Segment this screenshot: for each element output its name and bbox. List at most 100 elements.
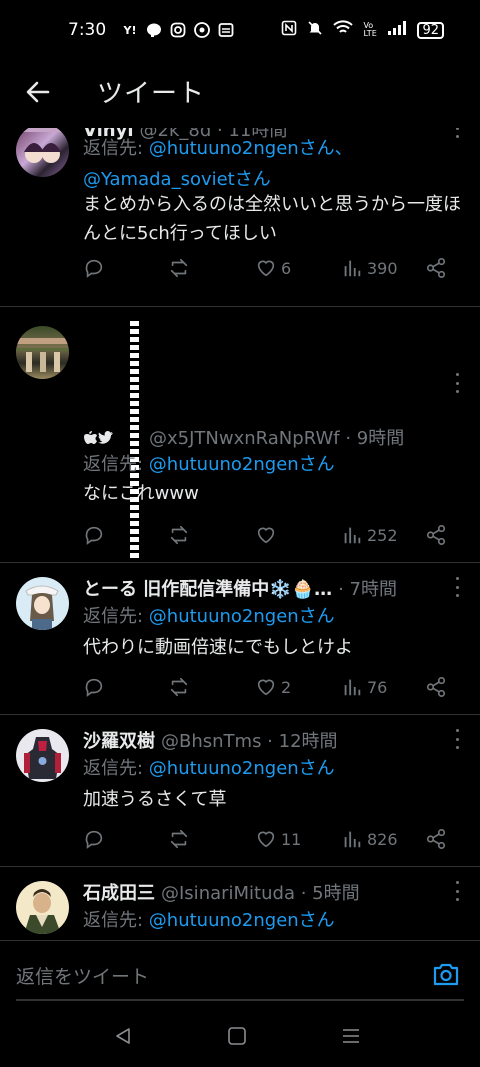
tweet-card[interactable]: 石成田三 @IsinariMituda · 5時間 返信先: @hutuuno2…	[0, 867, 480, 940]
mention-link[interactable]: @hutuuno2ngenさん、	[149, 138, 353, 159]
avatar[interactable]	[16, 326, 69, 379]
heart-icon	[257, 679, 275, 696]
share-button[interactable]	[425, 521, 447, 549]
retweet-icon	[170, 525, 188, 545]
line-icon	[146, 22, 162, 38]
retweet-button[interactable]	[168, 825, 190, 853]
display-name[interactable]: とーる 旧作配信準備中❄️🧁…	[83, 575, 332, 601]
reply-button[interactable]	[83, 521, 105, 549]
reply-prefix: 返信先:	[83, 606, 149, 627]
share-button[interactable]	[425, 254, 447, 282]
views-icon	[344, 260, 361, 277]
yahoo-icon: Y!	[123, 23, 137, 37]
more-options-icon[interactable]	[454, 128, 460, 138]
tweet-header: 石成田三 @IsinariMituda · 5時間	[83, 879, 360, 905]
tweet-text: まとめから入るのは全然いいと思うから一度ほんとに5ch行ってほしい	[83, 194, 461, 244]
wifi-icon	[333, 20, 354, 40]
tweet-card[interactable]: Vinyl @2k_8d · 11時間 返信先: @hutuuno2ngenさん…	[0, 128, 480, 307]
retweet-icon	[170, 677, 188, 697]
view-count: 252	[367, 525, 398, 545]
apple-twitter-badges	[83, 430, 115, 448]
tweet-card[interactable]: 沙羅双樹 @BhsnTms · 12時間 返信先: @hutuuno2ngenさ…	[0, 715, 480, 867]
reply-button[interactable]	[83, 673, 105, 701]
more-options-icon[interactable]	[454, 577, 460, 597]
nfc-icon	[281, 20, 297, 40]
reply-prefix: 返信先:	[83, 138, 149, 159]
views-icon	[344, 527, 361, 544]
like-button[interactable]: 6	[255, 254, 291, 282]
views-button[interactable]: 826	[341, 825, 398, 853]
retweet-button[interactable]	[168, 521, 190, 549]
view-count: 390	[367, 258, 398, 278]
heart-icon	[257, 260, 275, 277]
status-indicators: Vo LTE 92	[281, 20, 444, 40]
mention-link[interactable]: @hutuuno2ngenさん	[149, 758, 335, 779]
heart-icon	[257, 527, 275, 544]
status-bar: 7:30 Y! Vo LTE 92	[0, 0, 480, 64]
tweet-header: 沙羅双樹 @BhsnTms · 12時間	[83, 727, 338, 753]
nav-menu-icon[interactable]	[340, 1026, 362, 1046]
view-count: 76	[367, 677, 388, 697]
display-name[interactable]: 石成田三	[83, 879, 155, 905]
nav-home-icon[interactable]	[226, 1026, 248, 1046]
more-options-icon[interactable]	[454, 729, 460, 749]
avatar[interactable]	[16, 729, 69, 782]
reply-icon	[85, 526, 103, 545]
retweet-icon	[170, 258, 188, 278]
mention-link[interactable]: @hutuuno2ngenさん	[149, 910, 335, 931]
reply-context: 返信先: @hutuuno2ngenさん	[83, 753, 335, 784]
retweet-button[interactable]	[168, 673, 190, 701]
reply-icon	[85, 259, 103, 278]
views-button[interactable]: 76	[341, 673, 387, 701]
display-name[interactable]: 沙羅双樹	[83, 727, 155, 753]
more-options-icon[interactable]	[454, 881, 460, 901]
reply-prefix: 返信先:	[83, 454, 149, 475]
avatar[interactable]	[16, 577, 69, 630]
mention-link[interactable]: @hutuuno2ngenさん	[149, 454, 335, 475]
handle-and-time: · 7時間	[338, 579, 397, 600]
status-app-icons: Y!	[122, 22, 234, 38]
like-button[interactable]: 11	[255, 825, 301, 853]
reply-feed[interactable]: Vinyl @2k_8d · 11時間 返信先: @hutuuno2ngenさん…	[0, 128, 480, 940]
retweet-button[interactable]	[168, 254, 190, 282]
avatar[interactable]	[16, 881, 69, 934]
camera-icon[interactable]	[432, 961, 460, 987]
like-button[interactable]: 2	[255, 673, 291, 701]
reply-icon	[85, 678, 103, 697]
tweet-text: 加速うるさくて草	[83, 789, 227, 810]
reply-context: 返信先: @hutuuno2ngenさん	[83, 905, 335, 936]
tweet-card[interactable]: @x5JTNwxnRaNpRWf · 9時間 返信先: @hutuuno2nge…	[0, 307, 480, 563]
reply-input[interactable]: 返信をツイート	[16, 962, 149, 989]
share-icon	[426, 677, 446, 697]
like-button[interactable]	[255, 521, 281, 549]
back-arrow-icon[interactable]	[22, 76, 54, 108]
handle-and-time: @x5JTNwxnRaNpRWf · 9時間	[149, 428, 405, 449]
handle-and-time: @BhsnTms · 12時間	[161, 731, 338, 752]
reply-composer[interactable]: 返信をツイート	[0, 940, 480, 1004]
nav-back-icon[interactable]	[112, 1026, 134, 1046]
like-count: 2	[281, 677, 292, 697]
avatar[interactable]	[16, 128, 69, 177]
more-options-icon[interactable]	[454, 373, 460, 393]
share-button[interactable]	[425, 673, 447, 701]
mention-link[interactable]: @hutuuno2ngenさん	[149, 606, 335, 627]
mute-icon	[307, 20, 323, 40]
reply-button[interactable]	[83, 825, 105, 853]
share-icon	[426, 525, 446, 545]
handle-and-time: @IsinariMituda · 5時間	[161, 883, 360, 904]
chrome-icon	[194, 22, 210, 38]
signal-icon	[387, 20, 407, 40]
views-button[interactable]: 252	[341, 521, 398, 549]
reply-icon	[85, 830, 103, 849]
tweet-text: 代わりに動画倍速にでもしとけよ	[83, 637, 353, 658]
tweet-card[interactable]: とーる 旧作配信準備中❄️🧁… · 7時間 返信先: @hutuuno2ngen…	[0, 563, 480, 715]
like-count: 6	[281, 258, 292, 278]
volte-label: Vo LTE	[363, 21, 377, 38]
mention-link[interactable]: @Yamada_sovietさん	[83, 169, 271, 190]
like-count: 11	[281, 829, 302, 849]
reply-button[interactable]	[83, 254, 105, 282]
reply-context: 返信先: @hutuuno2ngenさん	[83, 449, 335, 480]
tweet-actions: 6 390	[83, 254, 453, 282]
views-button[interactable]: 390	[341, 254, 398, 282]
share-button[interactable]	[425, 825, 447, 853]
